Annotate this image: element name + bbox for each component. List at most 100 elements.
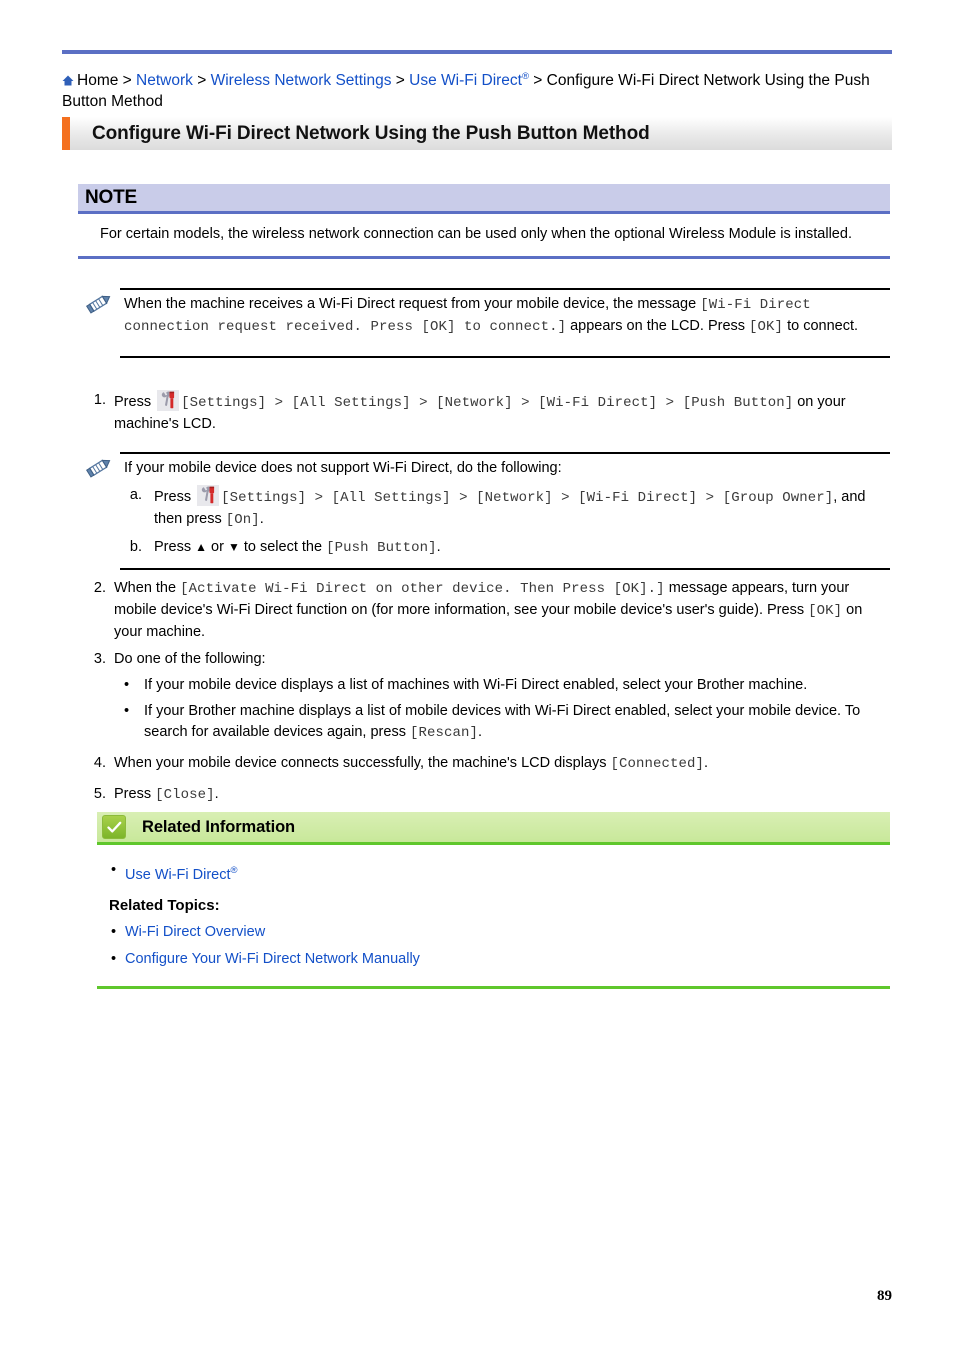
substep-tail: . [259, 511, 264, 527]
step-tail-text: . [704, 755, 709, 771]
substep-press-label: Press [154, 489, 192, 505]
home-icon [62, 71, 74, 86]
note-body-text: For certain models, the wireless network… [78, 214, 890, 259]
related-topic-configure-manually[interactable]: Configure Your Wi-Fi Direct Network Manu… [125, 951, 420, 967]
substep-code: [Push Button] [326, 540, 437, 556]
bullet-icon: • [124, 677, 130, 693]
bullet-code: [Rescan] [409, 725, 478, 741]
step-number: 5. [93, 786, 106, 802]
step-path-code: [Settings] > [All Settings] > [Network] … [181, 395, 794, 411]
memo-block-2: If your mobile device does not support W… [78, 452, 890, 570]
note-header: NOTE [78, 184, 890, 214]
pencil-icon [85, 453, 115, 479]
page-title: Configure Wi-Fi Direct Network Using the… [92, 122, 650, 144]
substep-path-code: [Settings] > [All Settings] > [Network] … [221, 490, 834, 506]
breadcrumb-separator: > [122, 72, 132, 90]
step-item: 1. Press [Settings] > [All Settings] > [… [78, 390, 890, 435]
step-number: 4. [93, 755, 106, 771]
bullet-icon: • [111, 950, 117, 967]
breadcrumb-item-use-wifi-direct[interactable]: Use Wi-Fi Direct® [409, 71, 529, 90]
breadcrumb-separator: > [395, 72, 405, 90]
step-press-label: Press [114, 394, 152, 410]
step-number: 2. [93, 580, 106, 596]
breadcrumb-item-label: Use Wi-Fi Direct [409, 72, 522, 90]
memo-rule-top [120, 288, 890, 290]
breadcrumb-separator: > [533, 72, 543, 90]
memo-rule-bottom [120, 356, 890, 358]
bullet-icon: • [111, 923, 117, 940]
substep-or-label: or [206, 539, 228, 555]
memo-code-b: [OK] [749, 319, 784, 335]
breadcrumb-item-network[interactable]: Network [136, 72, 193, 89]
memo-block-1: When the machine receives a Wi-Fi Direct… [78, 288, 890, 358]
pencil-icon [85, 289, 115, 315]
step-code: [Close] [155, 787, 215, 803]
memo-intro-text: If your mobile device does not support W… [124, 460, 562, 476]
related-topic-item[interactable]: • Wi-Fi Direct Overview [97, 922, 890, 943]
note-box: NOTE For certain models, the wireless ne… [78, 184, 890, 259]
related-link-item[interactable]: • Use Wi-Fi Direct® [97, 860, 890, 886]
step-text: When your mobile device connects success… [114, 755, 611, 771]
step-tail-text: . [214, 786, 219, 802]
step-number: 3. [93, 651, 106, 667]
bullet-list-item: • If your mobile device displays a list … [114, 675, 890, 696]
bullet-icon: • [124, 703, 130, 719]
step-text: Press [114, 786, 156, 802]
substep-item: a. Press [Settings] > [All Settings] > [… [124, 485, 890, 531]
related-link-label: Use Wi-Fi Direct [125, 866, 231, 883]
breadcrumb-item-wireless-network-settings[interactable]: Wireless Network Settings [211, 72, 392, 89]
substep-item: b. Press ▲ or ▼ to select the [Push Butt… [124, 537, 890, 559]
step-item: 2. When the [Activate Wi-Fi Direct on ot… [78, 578, 890, 643]
bullet-text-a: If your Brother machine displays a list … [144, 703, 861, 740]
memo-text-part-c: to connect. [783, 318, 859, 334]
bullet-text: If your mobile device displays a list of… [144, 677, 808, 693]
memo-rule-top [120, 452, 890, 454]
document-page: Home > Network > Wireless Network Settin… [0, 0, 954, 1350]
bullet-icon: • [111, 862, 117, 878]
substep-text-a: Press [154, 539, 196, 555]
settings-icon [197, 485, 220, 506]
substep-number: a. [129, 487, 142, 503]
substep-code: [On] [225, 512, 260, 528]
registered-trademark-symbol: ® [230, 865, 238, 876]
steps-container: 2. When the [Activate Wi-Fi Direct on ot… [78, 578, 890, 812]
up-arrow-icon: ▲ [195, 540, 207, 554]
settings-icon [157, 390, 180, 411]
memo-text-part-b: appears on the LCD. Press [566, 318, 750, 334]
step-item: 3. Do one of the following: • If your mo… [78, 649, 890, 744]
substep-text-b: to select the [239, 539, 327, 555]
step-1-container: 1. Press [Settings] > [All Settings] > [… [78, 390, 890, 441]
related-link-use-wifi-direct[interactable]: Use Wi-Fi Direct® [125, 865, 238, 883]
breadcrumb-home-label[interactable]: Home [77, 72, 118, 89]
down-arrow-icon: ▼ [227, 540, 240, 554]
memo-text: When the machine receives a Wi-Fi Direct… [120, 288, 890, 346]
step-code: [Activate Wi-Fi Direct on other device. … [180, 581, 665, 597]
step-text: Do one of the following: [114, 651, 266, 667]
bullet-list-item: • If your Brother machine displays a lis… [114, 701, 890, 744]
step-lead-text: When the [114, 580, 181, 596]
related-information-header: Related Information [97, 812, 890, 845]
related-information-body: • Use Wi-Fi Direct® Related Topics: • Wi… [97, 845, 890, 989]
page-number: 89 [877, 1288, 892, 1304]
breadcrumb-separator: > [197, 72, 207, 90]
substep-tail: . [436, 539, 441, 555]
note-heading: NOTE [85, 186, 137, 208]
bullet-text-b: . [478, 724, 483, 740]
check-icon [102, 815, 126, 839]
memo-text-part-a: When the machine receives a Wi-Fi Direct… [124, 296, 701, 312]
related-topics-label: Related Topics: [109, 896, 220, 914]
related-topic-wifi-direct-overview[interactable]: Wi-Fi Direct Overview [125, 924, 265, 940]
related-topic-item[interactable]: • Configure Your Wi-Fi Direct Network Ma… [97, 949, 890, 970]
memo-rule-bottom [120, 568, 890, 570]
step-item: 5. Press [Close]. [78, 784, 890, 806]
related-information-box: Related Information • Use Wi-Fi Direct® … [97, 812, 890, 989]
step-code-2: [OK] [808, 603, 843, 619]
step-item: 4. When your mobile device connects succ… [78, 753, 890, 775]
related-information-heading: Related Information [142, 817, 296, 836]
step-number: 1. [93, 392, 106, 408]
page-title-bar: Configure Wi-Fi Direct Network Using the… [62, 117, 892, 150]
breadcrumb: Home > Network > Wireless Network Settin… [62, 66, 892, 112]
registered-trademark-symbol: ® [521, 71, 529, 82]
substep-number: b. [129, 539, 142, 555]
title-accent-bar [62, 117, 70, 150]
